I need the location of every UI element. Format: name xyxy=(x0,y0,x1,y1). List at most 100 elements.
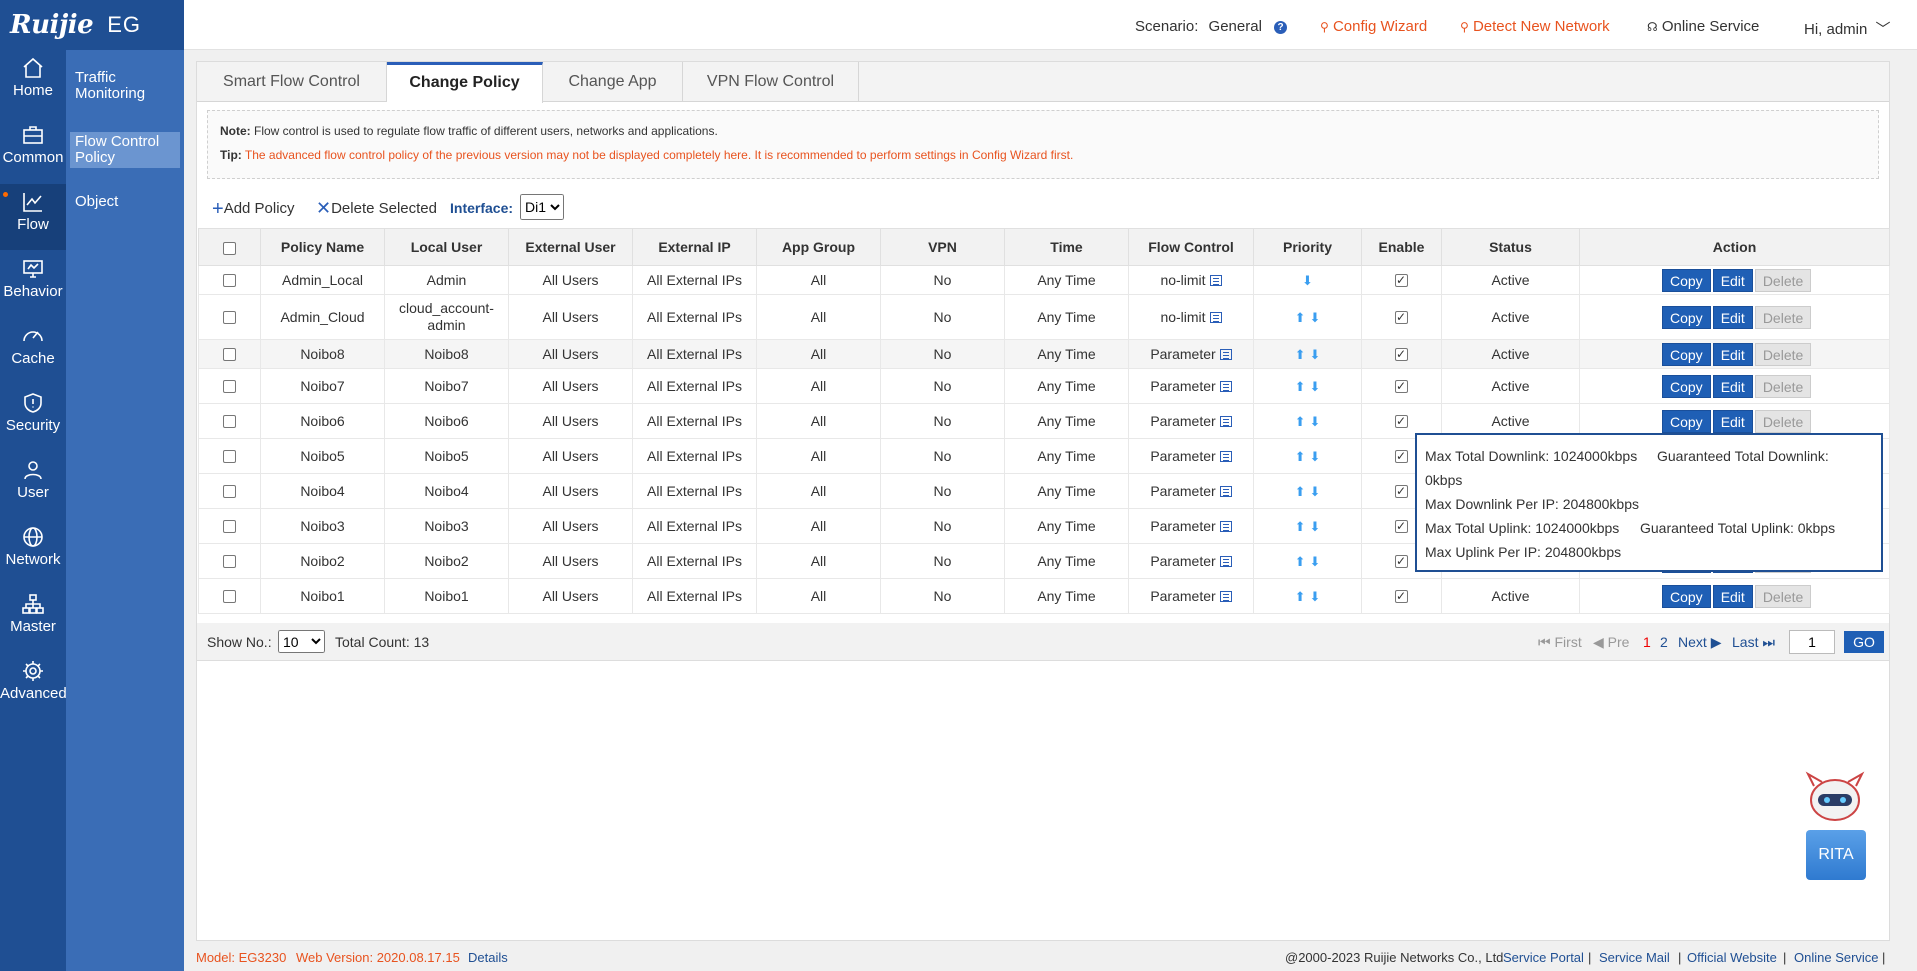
move-down-icon[interactable]: ⬇ xyxy=(1310,309,1321,326)
page-size-select[interactable]: 10 xyxy=(278,630,325,653)
header-select-all[interactable] xyxy=(198,228,261,266)
row-checkbox[interactable] xyxy=(223,348,236,362)
nav-cache[interactable]: Cache xyxy=(0,318,66,384)
details-list-icon[interactable] xyxy=(1219,348,1232,360)
cell-enable[interactable] xyxy=(1361,339,1442,369)
enable-checkbox[interactable] xyxy=(1395,378,1408,395)
row-checkbox[interactable] xyxy=(223,415,236,429)
details-list-icon[interactable] xyxy=(1219,520,1232,532)
details-list-icon[interactable] xyxy=(1209,311,1222,323)
enable-checkbox[interactable] xyxy=(1395,413,1408,430)
detect-network-link[interactable]: ⚲ Detect New Network xyxy=(1460,18,1610,35)
row-checkbox[interactable] xyxy=(223,311,236,325)
enable-checkbox[interactable] xyxy=(1395,346,1408,363)
next-page-button[interactable]: Next ▶ xyxy=(1678,634,1721,651)
page-1-link[interactable]: 1 xyxy=(1643,634,1651,650)
move-down-icon[interactable]: ⬇ xyxy=(1310,588,1321,605)
footer-service-mail[interactable]: Service Mail xyxy=(1599,950,1670,965)
move-down-icon[interactable]: ⬇ xyxy=(1302,272,1313,289)
row-select-cell[interactable] xyxy=(198,473,261,509)
interface-select[interactable]: Di1 xyxy=(520,194,564,220)
scenario-value[interactable]: General xyxy=(1209,18,1262,35)
enable-checkbox[interactable] xyxy=(1395,588,1408,605)
nav-home[interactable]: Home xyxy=(0,50,66,116)
subnav-flow-control-policy[interactable]: Flow Control Policy xyxy=(70,132,180,168)
move-up-icon[interactable]: ⬆ xyxy=(1295,448,1306,465)
row-checkbox[interactable] xyxy=(223,590,236,604)
row-select-cell[interactable] xyxy=(198,578,261,614)
edit-button[interactable]: Edit xyxy=(1712,268,1753,292)
enable-checkbox[interactable] xyxy=(1395,483,1408,500)
delete-button[interactable]: Delete xyxy=(1754,268,1812,292)
row-checkbox[interactable] xyxy=(223,274,236,288)
move-up-icon[interactable]: ⬆ xyxy=(1295,413,1306,430)
nav-network[interactable]: Network xyxy=(0,519,66,585)
move-up-icon[interactable]: ⬆ xyxy=(1295,518,1306,535)
row-checkbox[interactable] xyxy=(223,485,236,499)
copy-button[interactable]: Copy xyxy=(1662,342,1711,366)
copy-button[interactable]: Copy xyxy=(1662,305,1711,329)
enable-checkbox[interactable] xyxy=(1395,309,1408,326)
select-all-checkbox[interactable] xyxy=(223,241,236,255)
nav-master[interactable]: Master xyxy=(0,586,66,652)
details-list-icon[interactable] xyxy=(1219,415,1232,427)
tab-change-policy[interactable]: Change Policy xyxy=(387,62,543,103)
nav-common[interactable]: Common xyxy=(0,117,66,183)
delete-button[interactable]: Delete xyxy=(1754,409,1812,433)
help-icon[interactable]: ? xyxy=(1274,21,1288,34)
move-down-icon[interactable]: ⬇ xyxy=(1310,346,1321,363)
footer-details-link[interactable]: Details xyxy=(468,950,508,965)
subnav-object[interactable]: Object xyxy=(70,192,180,212)
page-2-link[interactable]: 2 xyxy=(1660,634,1668,650)
tab-vpn-flow-control[interactable]: VPN Flow Control xyxy=(683,62,859,102)
nav-flow[interactable]: Flow xyxy=(0,184,66,250)
details-list-icon[interactable] xyxy=(1209,274,1222,286)
row-checkbox[interactable] xyxy=(223,380,236,394)
copy-button[interactable]: Copy xyxy=(1662,409,1711,433)
row-select-cell[interactable] xyxy=(198,294,261,340)
delete-button[interactable]: Delete xyxy=(1754,584,1812,608)
move-down-icon[interactable]: ⬇ xyxy=(1310,378,1321,395)
nav-user[interactable]: User xyxy=(0,452,66,518)
move-up-icon[interactable]: ⬆ xyxy=(1295,588,1306,605)
copy-button[interactable]: Copy xyxy=(1662,584,1711,608)
cell-enable[interactable] xyxy=(1361,265,1442,295)
enable-checkbox[interactable] xyxy=(1395,272,1408,289)
details-list-icon[interactable] xyxy=(1219,555,1232,567)
row-select-cell[interactable] xyxy=(198,368,261,404)
nav-behavior[interactable]: Behavior xyxy=(0,251,66,317)
delete-button[interactable]: Delete xyxy=(1754,305,1812,329)
footer-official-website[interactable]: Official Website xyxy=(1687,950,1777,965)
row-select-cell[interactable] xyxy=(198,438,261,474)
row-select-cell[interactable] xyxy=(198,508,261,544)
first-page-button[interactable]: ⏮ First xyxy=(1538,634,1582,651)
config-wizard-link[interactable]: ⚲ Config Wizard xyxy=(1320,18,1427,35)
online-service-link[interactable]: ☊ Online Service xyxy=(1647,18,1759,35)
page-number-input[interactable] xyxy=(1789,630,1835,654)
move-up-icon[interactable]: ⬆ xyxy=(1295,553,1306,570)
row-checkbox[interactable] xyxy=(223,450,236,464)
footer-service-portal[interactable]: Service Portal xyxy=(1503,950,1584,965)
edit-button[interactable]: Edit xyxy=(1712,409,1753,433)
move-down-icon[interactable]: ⬇ xyxy=(1310,553,1321,570)
edit-button[interactable]: Edit xyxy=(1712,584,1753,608)
tab-change-app[interactable]: Change App xyxy=(543,62,683,102)
add-policy-button[interactable]: +Add Policy xyxy=(212,198,295,221)
row-checkbox[interactable] xyxy=(223,520,236,534)
row-select-cell[interactable] xyxy=(198,403,261,439)
move-up-icon[interactable]: ⬆ xyxy=(1295,378,1306,395)
details-list-icon[interactable] xyxy=(1219,590,1232,602)
row-select-cell[interactable] xyxy=(198,339,261,369)
details-list-icon[interactable] xyxy=(1219,380,1232,392)
move-down-icon[interactable]: ⬇ xyxy=(1310,518,1321,535)
cell-enable[interactable] xyxy=(1361,368,1442,404)
copy-button[interactable]: Copy xyxy=(1662,268,1711,292)
edit-button[interactable]: Edit xyxy=(1712,374,1753,398)
user-menu[interactable]: Hi, admin ﹀ xyxy=(1804,18,1891,39)
move-down-icon[interactable]: ⬇ xyxy=(1310,483,1321,500)
details-list-icon[interactable] xyxy=(1219,450,1232,462)
row-select-cell[interactable] xyxy=(198,543,261,579)
prev-page-button[interactable]: ◀ Pre xyxy=(1593,634,1629,651)
move-up-icon[interactable]: ⬆ xyxy=(1295,346,1306,363)
copy-button[interactable]: Copy xyxy=(1662,374,1711,398)
